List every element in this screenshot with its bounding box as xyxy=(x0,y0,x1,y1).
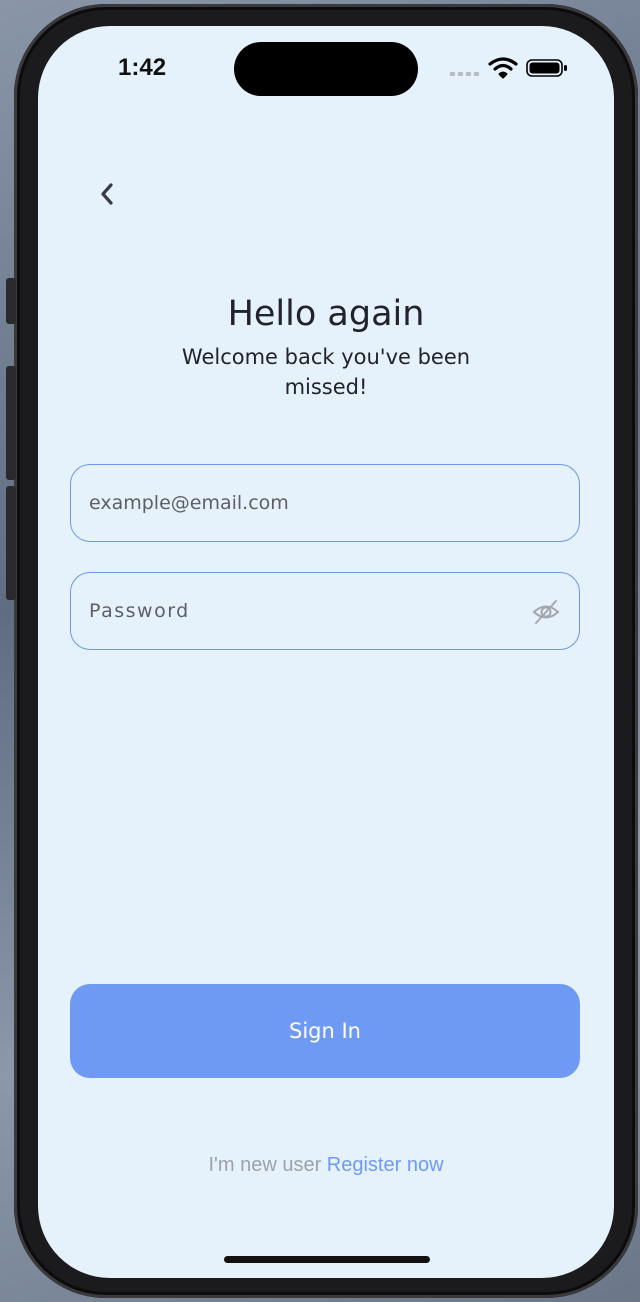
home-indicator xyxy=(224,1256,430,1263)
back-chevron-icon xyxy=(101,183,113,205)
password-field[interactable] xyxy=(70,572,580,650)
cellular-signal-icon xyxy=(450,72,479,76)
eye-off-icon[interactable] xyxy=(531,597,561,627)
register-prompt: I'm new user Register now xyxy=(38,1154,614,1177)
volume-up-button xyxy=(6,366,16,480)
page-title: Hello again xyxy=(227,294,425,334)
email-field[interactable] xyxy=(70,464,580,542)
battery-icon xyxy=(526,59,567,77)
dynamic-island xyxy=(234,42,418,96)
email-input[interactable] xyxy=(89,465,529,541)
password-input[interactable] xyxy=(89,573,529,649)
back-button[interactable] xyxy=(90,176,126,212)
sign-in-button[interactable]: Sign In xyxy=(70,984,580,1078)
volume-down-button xyxy=(6,486,16,600)
mute-switch xyxy=(6,278,16,324)
status-time: 1:42 xyxy=(118,54,167,81)
page-subtitle: Welcome back you've been missed! xyxy=(181,345,471,399)
wifi-icon xyxy=(488,57,518,79)
phone-screen: 1:42 Hello again Welcome back you've bee… xyxy=(38,26,614,1278)
register-link[interactable]: Register now xyxy=(327,1154,444,1176)
new-user-text: I'm new user xyxy=(208,1154,322,1176)
